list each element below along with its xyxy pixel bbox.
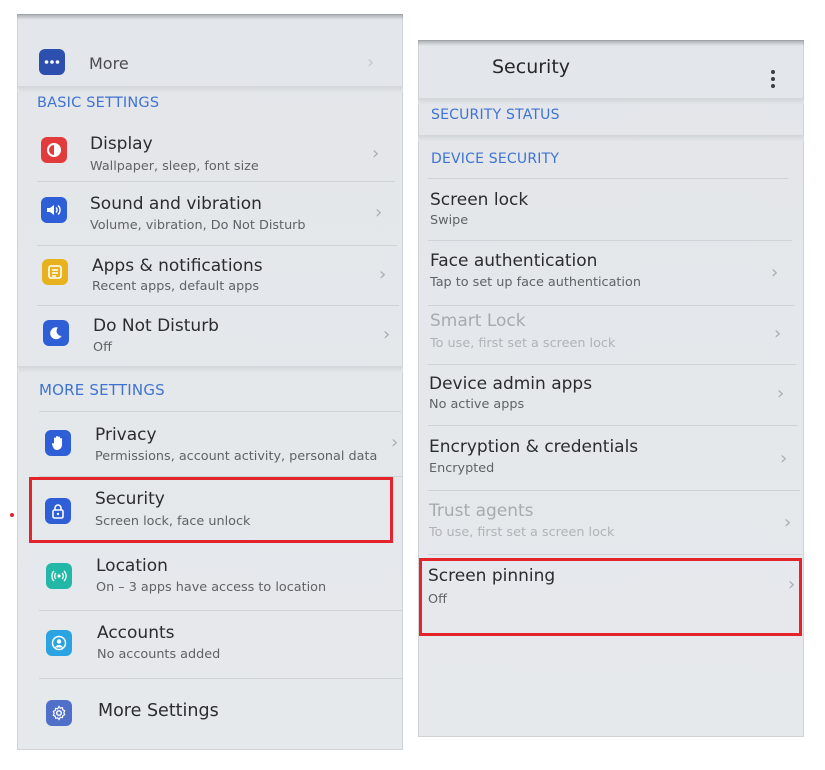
stray-red-mark	[10, 513, 14, 517]
chevron-right-icon: ›	[379, 264, 387, 285]
security-item-screen-lock[interactable]: Screen lock Swipe	[418, 180, 804, 240]
security-item-subtitle: No active apps	[429, 397, 525, 412]
row-divider	[39, 678, 403, 679]
chevron-right-icon: ›	[391, 432, 399, 453]
security-screen: Security SECURITY STATUS DEVICE SECURITY…	[418, 40, 804, 737]
security-item-title: Screen lock	[430, 190, 529, 210]
status-bar-shadow	[17, 14, 403, 20]
settings-item-accounts[interactable]: Accounts No accounts added	[17, 612, 403, 676]
chevron-right-icon: ›	[784, 512, 792, 533]
settings-item-title: Privacy	[95, 425, 157, 445]
settings-item-sound[interactable]: Sound and vibration Volume, vibration, D…	[17, 182, 403, 242]
row-divider	[39, 610, 403, 611]
page-title: Security	[492, 56, 571, 78]
display-icon	[41, 137, 67, 163]
settings-item-subtitle: Permissions, account activity, personal …	[95, 449, 378, 464]
settings-item-label: More	[89, 54, 129, 73]
row-divider	[428, 364, 796, 365]
section-separator	[17, 86, 403, 92]
settings-item-subtitle: Off	[93, 340, 112, 355]
row-divider	[428, 178, 788, 179]
security-item-encryption[interactable]: Encryption & credentials Encrypted ›	[418, 427, 804, 491]
settings-item-display[interactable]: Display Wallpaper, sleep, font size ›	[17, 121, 403, 181]
security-item-subtitle: Encrypted	[429, 461, 495, 476]
gear-icon	[46, 700, 72, 726]
chevron-right-icon: ›	[788, 574, 796, 595]
settings-item-more[interactable]: More ›	[17, 32, 403, 92]
security-item-title: Face authentication	[430, 251, 598, 271]
section-header-device: DEVICE SECURITY	[431, 151, 560, 167]
chevron-right-icon: ›	[383, 324, 391, 345]
security-item-screen-pinning[interactable]: Screen pinning Off ›	[418, 558, 804, 634]
chevron-right-icon: ›	[777, 383, 785, 404]
security-item-subtitle: Off	[428, 592, 447, 607]
settings-item-security[interactable]: Security Screen lock, face unlock	[17, 478, 403, 542]
more-vert-icon[interactable]	[770, 70, 776, 90]
chevron-right-icon: ›	[375, 202, 383, 223]
row-divider	[428, 490, 800, 491]
settings-item-title: Apps & notifications	[92, 256, 263, 276]
settings-screen: More › BASIC SETTINGS Display Wallpaper,…	[17, 14, 403, 750]
more-dots-icon	[39, 49, 65, 75]
section-separator	[418, 135, 804, 141]
section-header-basic: BASIC SETTINGS	[37, 95, 160, 111]
settings-item-subtitle: On – 3 apps have access to location	[96, 580, 327, 595]
location-icon	[46, 563, 72, 589]
settings-item-more-settings[interactable]: More Settings	[17, 680, 403, 744]
apps-icon	[42, 259, 68, 285]
account-icon	[46, 630, 72, 656]
security-item-title: Screen pinning	[428, 566, 556, 586]
chevron-right-icon: ›	[780, 448, 788, 469]
security-item-subtitle: Tap to set up face authentication	[430, 275, 641, 290]
chevron-right-icon: ›	[372, 143, 380, 164]
row-divider	[428, 305, 794, 306]
security-item-subtitle: To use, first set a screen lock	[429, 525, 615, 540]
settings-item-title: Do Not Disturb	[93, 316, 219, 336]
settings-item-title: Security	[95, 489, 165, 509]
moon-icon	[43, 320, 69, 346]
section-separator	[418, 98, 804, 104]
sound-icon	[41, 197, 67, 223]
chevron-right-icon: ›	[367, 52, 375, 73]
lock-icon	[45, 498, 71, 524]
section-header-status[interactable]: SECURITY STATUS	[431, 107, 804, 123]
security-item-title: Trust agents	[429, 501, 534, 521]
settings-item-subtitle: No accounts added	[97, 647, 221, 662]
security-item-title: Device admin apps	[429, 374, 593, 394]
section-header-more: MORE SETTINGS	[39, 381, 165, 399]
security-item-subtitle: Swipe	[430, 213, 469, 228]
security-item-smart-lock[interactable]: Smart Lock To use, first set a screen lo…	[418, 307, 804, 367]
row-divider	[428, 554, 802, 555]
security-item-title: Encryption & credentials	[429, 437, 639, 457]
settings-item-title: Display	[90, 134, 153, 154]
row-divider	[39, 411, 401, 412]
chevron-right-icon: ›	[774, 323, 782, 344]
row-divider	[428, 425, 798, 426]
section-separator	[17, 366, 403, 372]
settings-item-dnd[interactable]: Do Not Disturb Off ›	[17, 306, 403, 366]
hand-icon	[45, 430, 71, 456]
settings-item-title: Sound and vibration	[90, 194, 262, 214]
settings-item-privacy[interactable]: Privacy Permissions, account activity, p…	[17, 414, 403, 476]
settings-item-apps[interactable]: Apps & notifications Recent apps, defaul…	[17, 246, 403, 304]
settings-item-subtitle: Recent apps, default apps	[92, 279, 260, 294]
settings-item-title: Accounts	[97, 623, 175, 643]
row-divider	[428, 240, 792, 241]
security-item-face-auth[interactable]: Face authentication Tap to set up face a…	[418, 242, 804, 304]
settings-item-location[interactable]: Location On – 3 apps have access to loca…	[17, 546, 403, 610]
security-item-trust-agents[interactable]: Trust agents To use, first set a screen …	[418, 492, 804, 554]
security-item-subtitle: To use, first set a screen lock	[430, 336, 616, 351]
row-divider	[39, 476, 403, 477]
status-bar-shadow	[418, 40, 804, 46]
security-item-device-admin[interactable]: Device admin apps No active apps ›	[418, 366, 804, 424]
settings-item-title: More Settings	[98, 701, 219, 721]
settings-item-title: Location	[96, 556, 168, 576]
chevron-right-icon: ›	[771, 262, 779, 283]
settings-item-subtitle: Volume, vibration, Do Not Disturb	[90, 218, 306, 233]
security-item-title: Smart Lock	[430, 311, 526, 331]
settings-item-subtitle: Wallpaper, sleep, font size	[90, 159, 259, 174]
settings-item-subtitle: Screen lock, face unlock	[95, 514, 251, 529]
